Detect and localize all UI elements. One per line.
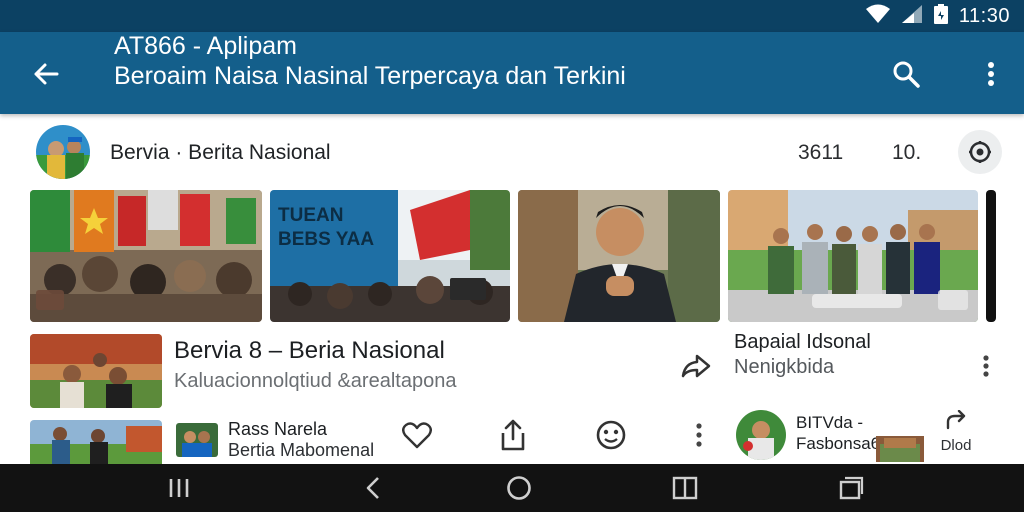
wifi-icon [865,4,891,29]
rally-banner-text: TUEAN BEBS YAA [278,205,375,250]
feed-item-4-avatar[interactable] [736,410,786,460]
channel-avatar[interactable] [36,125,90,179]
feed-item-2-title[interactable]: Bapaial Idsonal [734,331,871,354]
app-title: AT866 - Aplipam [114,32,297,60]
home-circle-icon[interactable] [502,472,536,504]
feed-item-3-icon [176,423,218,457]
feed-item-3-title[interactable]: Rass Narela [228,419,327,440]
overview-icon[interactable] [834,472,868,504]
app-bar: AT866 - Aplipam Beroaim Naisa Nasinal Te… [0,32,1024,114]
partial-thumbnail [986,190,996,322]
search-icon[interactable] [888,56,924,92]
redo-arrow-icon [946,409,966,430]
feed-item-4-title[interactable]: BITVda - [796,413,863,433]
heart-icon[interactable] [400,418,434,452]
emoji-icon[interactable] [594,418,628,452]
feed-item-2-subtitle: Nenigkbida [734,356,835,378]
feed-item-3-thumbnail[interactable] [30,420,162,464]
back-triangle-icon[interactable] [356,472,390,504]
redo-action-label: Dlod [940,437,972,454]
feed-item-1-thumbnail[interactable] [30,334,162,408]
battery-icon [933,3,949,30]
status-time: 11:30 [958,4,1010,27]
channel-count: 3611 [798,141,844,164]
share-icon[interactable] [496,418,530,452]
recents-lines-icon[interactable] [162,472,196,504]
signal-icon [901,4,923,29]
channel-name[interactable]: Bervia · Berita Nasional [110,141,331,165]
settings-icon[interactable] [958,130,1002,174]
rally-banner-photo[interactable]: TUEAN BEBS YAA [270,190,510,322]
feed-item-1-title[interactable]: Bervia 8 – Beria Nasional [174,337,445,365]
channel-header[interactable]: Bervia · Berita Nasional 3611 10. [0,118,1024,186]
feed-item-4-subtitle: Fasbonsa6 [796,434,881,453]
feed-item-4-thumbnail [876,436,924,462]
status-icons: 11:30 [865,3,1010,30]
more-vert-icon[interactable] [974,352,998,380]
status-bar: 11:30 [0,0,1024,32]
crowd-flags-photo[interactable] [30,190,262,322]
share-forward-icon[interactable] [680,350,712,382]
split-screen-icon[interactable] [668,472,702,504]
official-portrait-photo[interactable] [518,190,720,322]
feed-item-1-subtitle: Kaluacionnolqtiud &arealtapona [174,370,457,392]
feed-item-3-subtitle: Bertia Mabomenal [228,440,375,460]
channel-stat: 10. [892,141,922,164]
more-vert-icon[interactable] [976,56,1006,92]
app-subtitle: Beroaim Naisa Nasinal Terpercaya dan Ter… [114,62,626,90]
redo-action[interactable]: Dlod [936,409,976,462]
group-field-photo[interactable] [728,190,978,322]
nav-bar [0,464,1024,512]
back-arrow-icon[interactable] [28,56,64,92]
more-vert-icon[interactable] [682,418,716,452]
